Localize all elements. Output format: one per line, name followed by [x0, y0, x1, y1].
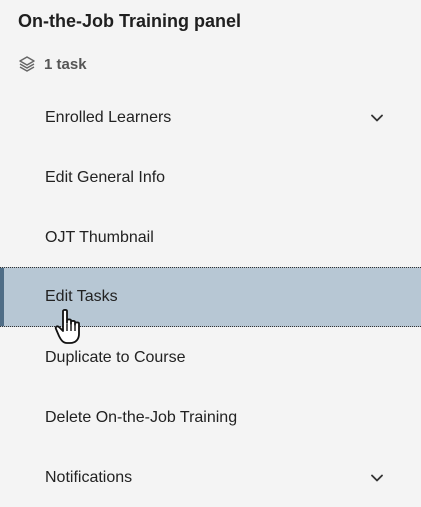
hand-pointer-cursor-icon	[54, 308, 90, 348]
menu-item-notifications[interactable]: Notifications	[0, 449, 421, 507]
menu-item-label: Notifications	[45, 469, 133, 486]
menu-item-label: Duplicate to Course	[45, 349, 186, 366]
menu-item-ojt-thumbnail[interactable]: OJT Thumbnail	[0, 209, 421, 267]
menu-item-enrolled-learners[interactable]: Enrolled Learners	[0, 89, 421, 147]
menu-item-label: Enrolled Learners	[45, 109, 172, 126]
task-count: 1 task	[18, 53, 87, 75]
ojt-panel: On-the-Job Training panel 1 task Enrolle…	[0, 0, 421, 492]
chevron-down-icon[interactable]	[370, 471, 384, 485]
panel-title: On-the-Job Training panel	[18, 11, 242, 31]
menu-item-label: Delete On-the-Job Training	[45, 409, 238, 426]
menu-item-delete-ojt[interactable]: Delete On-the-Job Training	[0, 389, 421, 447]
menu-item-edit-general-info[interactable]: Edit General Info	[0, 149, 421, 207]
layers-icon	[18, 55, 36, 73]
menu-item-label: OJT Thumbnail	[45, 229, 154, 246]
task-count-label: 1 task	[44, 55, 87, 73]
chevron-down-icon[interactable]	[370, 111, 384, 125]
menu-item-label: Edit General Info	[45, 169, 166, 186]
menu-item-label: Edit Tasks	[45, 288, 118, 305]
